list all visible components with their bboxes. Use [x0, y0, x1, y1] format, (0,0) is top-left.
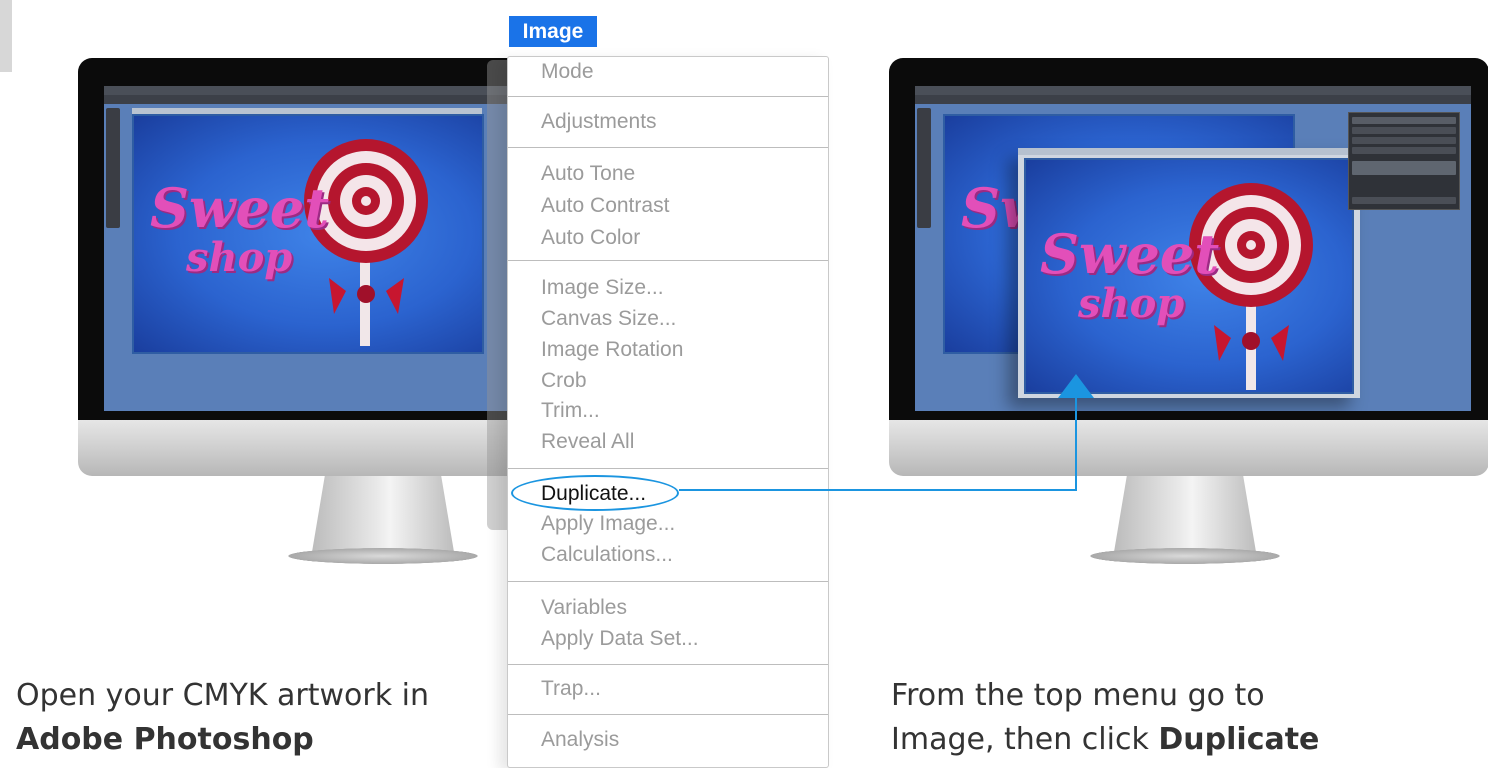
right-caption-bold: Duplicate [1158, 722, 1320, 757]
left-caption-line2: Adobe Photoshop [16, 718, 496, 762]
right-caption: From the top menu go to Image, then clic… [891, 674, 1481, 762]
left-caption-bold: Adobe Photoshop [16, 722, 314, 757]
connector-arrow [679, 374, 1094, 491]
right-caption-line2: Image, then click Duplicate [891, 718, 1481, 762]
connector-line [679, 396, 1077, 491]
right-caption-line1: From the top menu go to [891, 678, 1265, 713]
left-caption-line1: Open your CMYK artwork in [16, 678, 429, 713]
arrow-head [1058, 374, 1094, 398]
left-caption: Open your CMYK artwork in Adobe Photosho… [16, 674, 496, 762]
right-caption-prefix: Image, then click [891, 722, 1159, 757]
